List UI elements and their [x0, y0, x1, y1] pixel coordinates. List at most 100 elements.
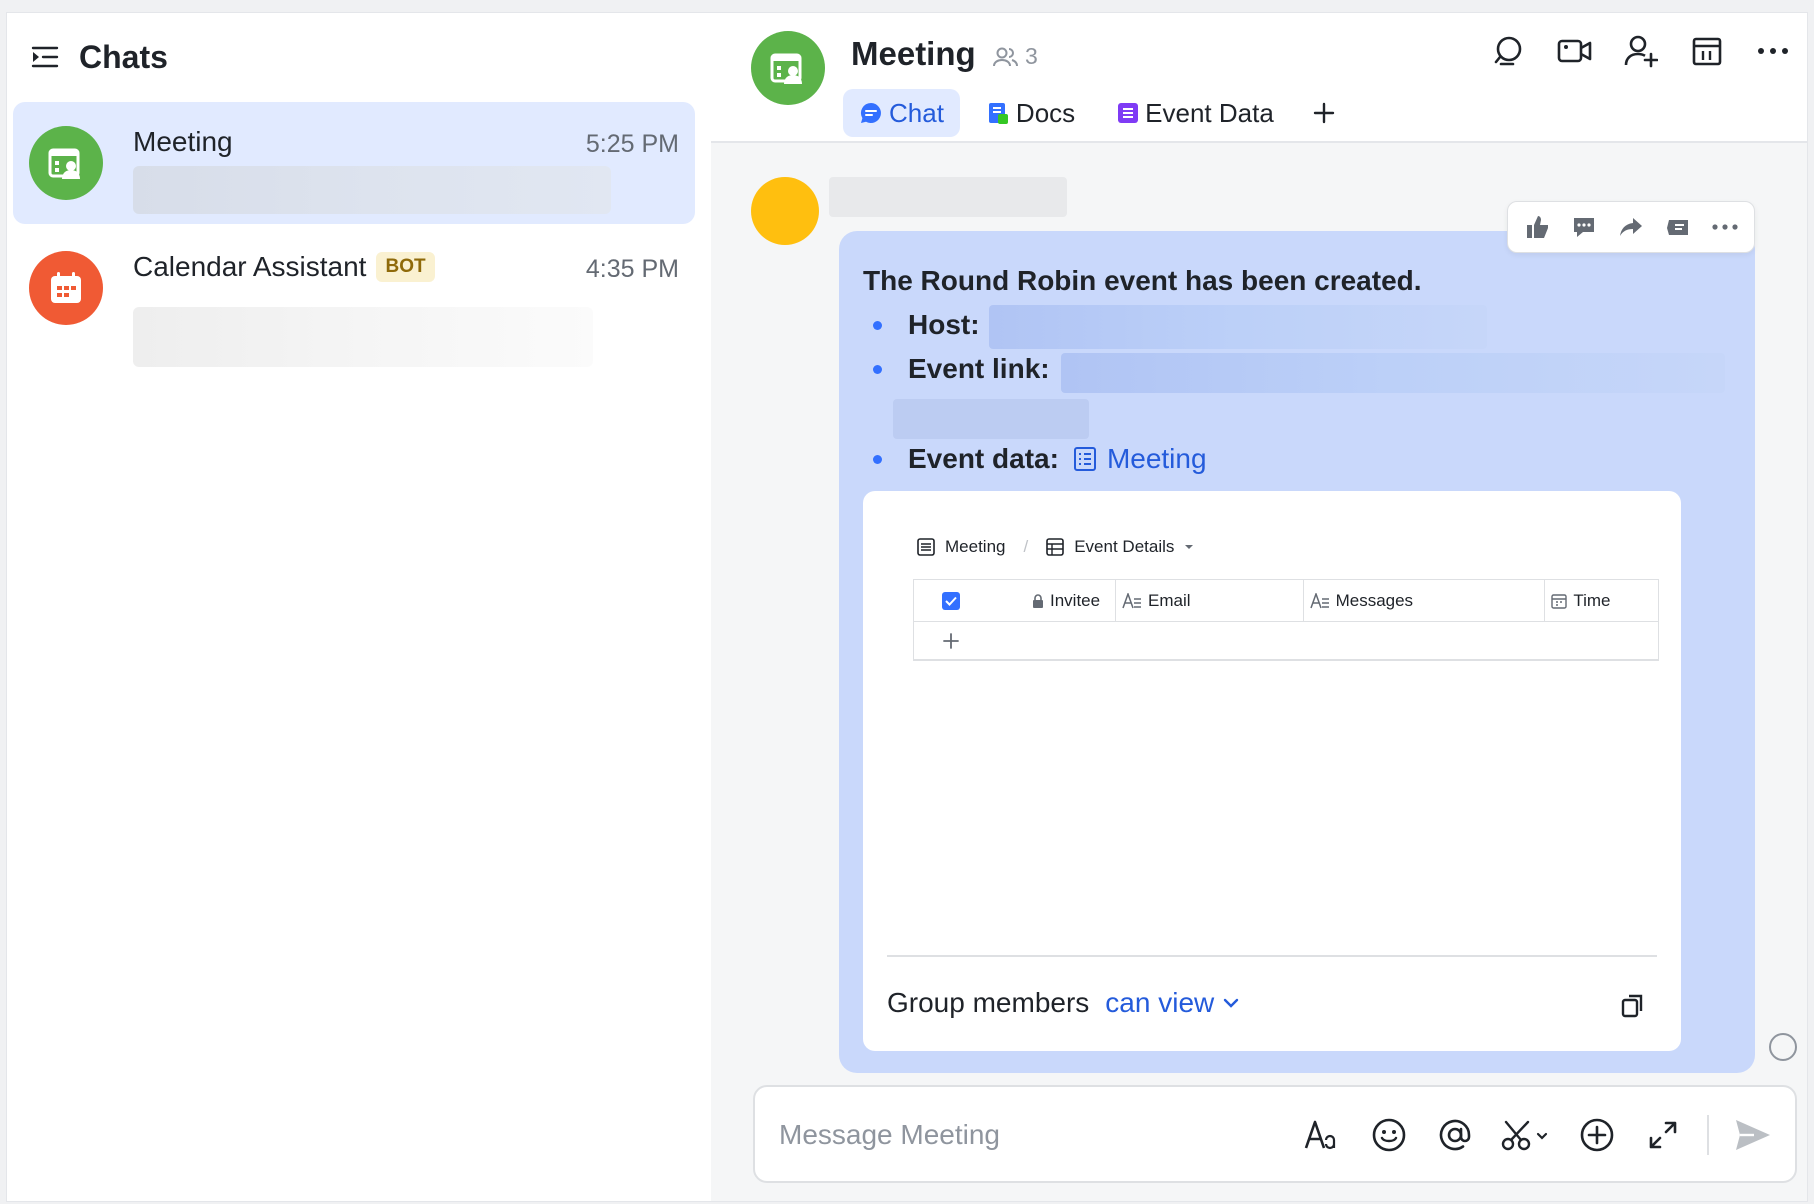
tab-label: Chat [889, 97, 944, 128]
header-group-avatar[interactable] [751, 31, 825, 105]
permission-dropdown[interactable]: can view [1105, 987, 1240, 1019]
event-table: Invitee Email Messages Time [913, 579, 1659, 661]
message-composer [753, 1085, 1797, 1183]
event-link-redacted[interactable] [1061, 353, 1725, 393]
check-icon [945, 596, 957, 606]
permission-label: Group members [887, 987, 1090, 1018]
header-actions [1491, 33, 1791, 69]
chat-header: Meeting 3 Chat Docs Event Data [711, 13, 1807, 143]
add-circle-icon[interactable] [1575, 1113, 1619, 1157]
crumb-view[interactable]: Event Details [1074, 537, 1174, 557]
base-table-icon [1118, 103, 1139, 123]
plus-icon [1313, 102, 1335, 124]
calendar-icon [51, 272, 81, 303]
calendar-icon[interactable] [1689, 33, 1725, 69]
text-field-icon [1122, 592, 1142, 608]
sidebar-title: Chats [79, 38, 168, 75]
composer-tools [1301, 1113, 1775, 1157]
toolbar-divider [1707, 1115, 1709, 1155]
message-bubble: The Round Robin event has been created. … [839, 201, 1755, 1073]
reply-icon[interactable] [1566, 209, 1602, 245]
column-time[interactable]: Time [1545, 580, 1658, 621]
more-icon[interactable] [1707, 209, 1743, 245]
column-messages[interactable]: Messages [1304, 580, 1546, 621]
tab-event-data[interactable]: Event Data [1101, 89, 1290, 137]
chat-preview-redacted [133, 166, 611, 214]
card-breadcrumb: Meeting / Event Details [917, 537, 1194, 557]
column-label: Messages [1335, 590, 1414, 610]
event-link-label: Event link: [908, 353, 1050, 384]
plus-icon [943, 633, 959, 649]
forward-icon[interactable] [1613, 209, 1649, 245]
search-icon[interactable] [1491, 33, 1527, 69]
mention-icon[interactable] [1433, 1113, 1477, 1157]
bullet-dot [873, 364, 882, 374]
bullet-dot [873, 454, 882, 464]
caret-down-icon [1185, 545, 1194, 549]
collapse-sidebar-icon[interactable] [29, 41, 61, 73]
chat-tabs: Chat Docs Event Data [843, 89, 1348, 137]
message-input[interactable] [779, 1113, 1259, 1157]
video-call-icon[interactable] [1557, 33, 1593, 69]
copy-icon[interactable] [1619, 991, 1651, 1023]
quote-icon[interactable] [1660, 209, 1696, 245]
chat-main: Meeting 3 Chat Docs Event Data The Round… [711, 13, 1807, 1201]
event-data-label: Event data: [908, 443, 1059, 474]
message-actions [1507, 201, 1755, 253]
group-chat-icon [770, 53, 802, 84]
tab-docs[interactable]: Docs [970, 89, 1091, 137]
bot-avatar [29, 251, 103, 325]
event-link-line: Event link: [873, 353, 1050, 385]
emoji-icon[interactable] [1367, 1113, 1411, 1157]
column-label: Invitee [1050, 590, 1101, 610]
bot-badge: BOT [376, 252, 435, 282]
members-icon [993, 47, 1018, 66]
chat-item-calendar-assistant[interactable]: Calendar Assistant BOT 4:35 PM [13, 227, 695, 367]
member-count-value: 3 [1025, 43, 1038, 69]
docs-icon [988, 103, 1008, 124]
event-data-link-text: Meeting [1106, 443, 1207, 474]
group-avatar [29, 126, 103, 200]
chat-title: Meeting [851, 35, 976, 72]
chat-preview-redacted [133, 307, 593, 367]
add-tab-button[interactable] [1300, 89, 1348, 137]
sidebar-header: Chats [7, 13, 711, 101]
add-member-icon[interactable] [1623, 33, 1659, 69]
column-invitee[interactable]: Invitee [914, 580, 1117, 621]
chat-item-meeting[interactable]: Meeting 5:25 PM [13, 102, 695, 224]
permission-value: can view [1105, 987, 1215, 1018]
chat-name: Meeting [133, 126, 233, 157]
event-data-link[interactable]: Meeting [1073, 443, 1207, 475]
event-data-line: Event data: Meeting [873, 443, 1207, 475]
text-format-icon[interactable] [1301, 1113, 1345, 1157]
app-window: Chats Meeting 5:25 PM Calendar Assistant… [6, 12, 1808, 1202]
bullet-dot [873, 320, 882, 330]
column-email[interactable]: Email [1116, 580, 1304, 621]
tab-label: Event Data [1145, 97, 1274, 128]
chat-bubble-icon [861, 103, 881, 123]
crumb-base[interactable]: Meeting [945, 537, 1005, 557]
member-count[interactable]: 3 [993, 43, 1038, 70]
tab-chat[interactable]: Chat [843, 89, 960, 137]
chat-sidebar: Chats Meeting 5:25 PM Calendar Assistant… [7, 13, 711, 1201]
select-all-checkbox[interactable] [942, 591, 960, 610]
card-permission: Group members can view [887, 987, 1240, 1019]
more-icon[interactable] [1755, 33, 1791, 69]
thumbs-up-icon[interactable] [1519, 209, 1555, 245]
card-divider [887, 955, 1657, 957]
base-table-icon [1073, 447, 1096, 471]
chat-name-text: Calendar Assistant [133, 251, 367, 282]
add-row-button[interactable] [914, 622, 1658, 659]
grid-view-icon [1046, 538, 1065, 556]
doc-preview-card[interactable]: Meeting / Event Details Invitee Email Me… [863, 491, 1681, 1051]
screenshot-icon[interactable] [1499, 1113, 1553, 1157]
lock-icon [1033, 593, 1043, 608]
host-label: Host: [908, 309, 980, 340]
chat-name: Calendar Assistant BOT [133, 251, 435, 283]
host-value-redacted [989, 305, 1487, 349]
send-icon[interactable] [1731, 1113, 1775, 1157]
sender-avatar[interactable] [751, 177, 819, 245]
crumb-separator: / [1023, 537, 1029, 556]
expand-icon[interactable] [1641, 1113, 1685, 1157]
event-link-redacted-continued[interactable] [893, 399, 1089, 439]
